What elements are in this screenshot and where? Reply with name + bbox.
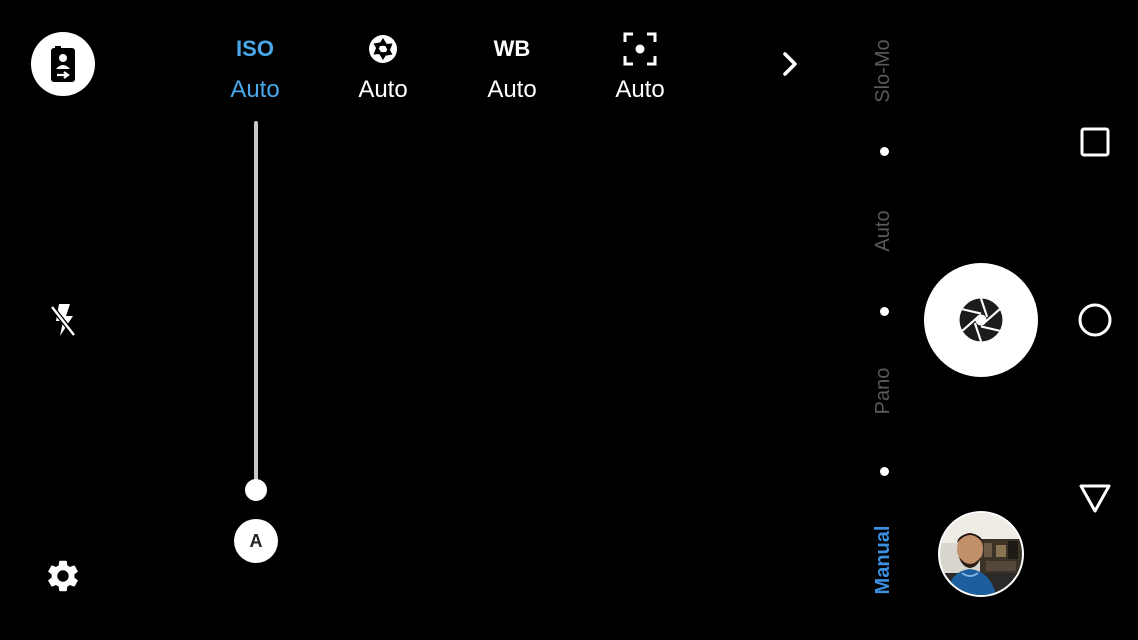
shutter-speed-control[interactable]: Auto [328,32,438,104]
camera-screen: ISO Auto Auto WB Auto Auto A Slo-Mo Auto… [0,0,1138,640]
shutter-speed-value: Auto [358,76,408,103]
iso-value: Auto [230,76,280,103]
square-icon [1080,127,1110,157]
focus-icon-wrap [585,32,695,66]
triangle-icon [1079,484,1111,513]
focus-value: Auto [615,76,665,103]
home-button[interactable] [1072,297,1118,343]
flash-off-icon [50,304,76,337]
more-controls-button[interactable] [770,44,810,84]
gear-icon [48,560,78,592]
wb-label: WB [493,36,531,61]
focus-frame-icon [623,32,657,66]
circle-icon [1078,303,1112,337]
mode-separator-dot [880,467,889,476]
mode-pano[interactable]: Pano [868,316,898,466]
mode-separator-dot [880,307,889,316]
flash-button[interactable] [44,300,82,340]
mode-slo-mo[interactable]: Slo-Mo [868,0,898,146]
switch-camera-button[interactable] [31,32,95,96]
wb-label-wrap: WB [457,32,567,66]
iso-label-wrap: ISO [200,32,310,66]
gallery-thumbnail[interactable] [940,513,1022,595]
white-balance-value: Auto [487,76,537,103]
shutter-speed-icon-wrap [328,32,438,66]
aperture-icon [369,35,397,63]
last-photo-thumbnail [940,513,1022,595]
mode-manual[interactable]: Manual [868,485,898,635]
focus-control[interactable]: Auto [585,32,695,104]
iso-label: ISO [236,36,274,61]
iso-slider-thumb[interactable] [245,479,267,501]
switch-camera-icon [51,46,75,82]
recents-button[interactable] [1072,119,1118,165]
mode-auto[interactable]: Auto [868,156,898,306]
iso-control[interactable]: ISO Auto [200,32,310,104]
back-button[interactable] [1072,475,1118,521]
iso-slider-track[interactable] [254,121,258,491]
settings-button[interactable] [42,555,84,597]
white-balance-control[interactable]: WB Auto [457,32,567,104]
shutter-button[interactable] [924,263,1038,377]
chevron-right-icon [783,52,797,76]
mode-separator-dot [880,147,889,156]
aperture-icon [959,298,1003,342]
iso-auto-button[interactable]: A [234,519,278,563]
